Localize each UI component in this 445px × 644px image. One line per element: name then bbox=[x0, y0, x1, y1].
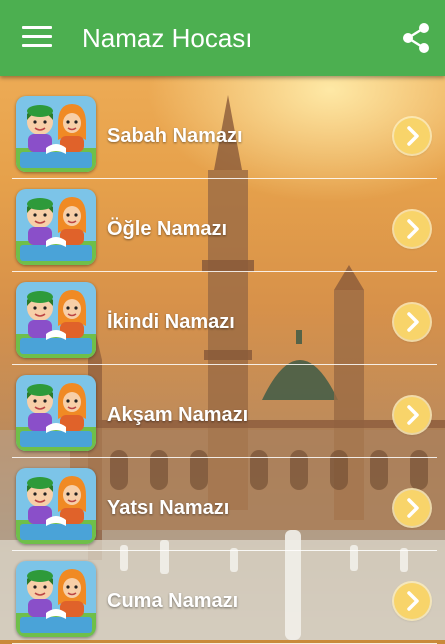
prayer-list-item[interactable]: Yatsı Namazı bbox=[0, 458, 445, 551]
chevron-right-icon[interactable] bbox=[394, 397, 430, 433]
app-bar: Namaz Hocası bbox=[0, 0, 445, 76]
prayer-label: Cuma Namazı bbox=[107, 590, 239, 612]
prayer-list-item[interactable]: Akşam Namazı bbox=[0, 365, 445, 458]
prayer-list-item[interactable]: Sabah Namazı bbox=[0, 86, 445, 179]
app-title: Namaz Hocası bbox=[82, 23, 253, 53]
chevron-right-icon[interactable] bbox=[394, 583, 430, 619]
praying-children-icon bbox=[16, 468, 96, 544]
prayer-list: Sabah Namazı Öğle Namazı İkindi Namazı A… bbox=[0, 86, 445, 644]
chevron-right-icon[interactable] bbox=[394, 211, 430, 247]
prayer-label: Sabah Namazı bbox=[107, 125, 243, 147]
praying-children-icon bbox=[16, 561, 96, 637]
prayer-list-item[interactable]: İkindi Namazı bbox=[0, 272, 445, 365]
praying-children-icon bbox=[16, 189, 96, 265]
chevron-right-icon[interactable] bbox=[394, 118, 430, 154]
praying-children-icon bbox=[16, 375, 96, 451]
prayer-label: İkindi Namazı bbox=[107, 311, 235, 333]
prayer-list-item[interactable]: Öğle Namazı bbox=[0, 179, 445, 272]
prayer-label: Yatsı Namazı bbox=[107, 497, 230, 519]
menu-icon[interactable] bbox=[22, 26, 52, 50]
praying-children-icon bbox=[16, 96, 96, 172]
praying-children-icon bbox=[16, 282, 96, 358]
prayer-label: Akşam Namazı bbox=[107, 404, 249, 426]
prayer-list-item[interactable]: Cuma Namazı bbox=[0, 551, 445, 644]
chevron-right-icon[interactable] bbox=[394, 304, 430, 340]
share-icon[interactable] bbox=[400, 22, 432, 54]
chevron-right-icon[interactable] bbox=[394, 490, 430, 526]
prayer-label: Öğle Namazı bbox=[107, 218, 228, 240]
